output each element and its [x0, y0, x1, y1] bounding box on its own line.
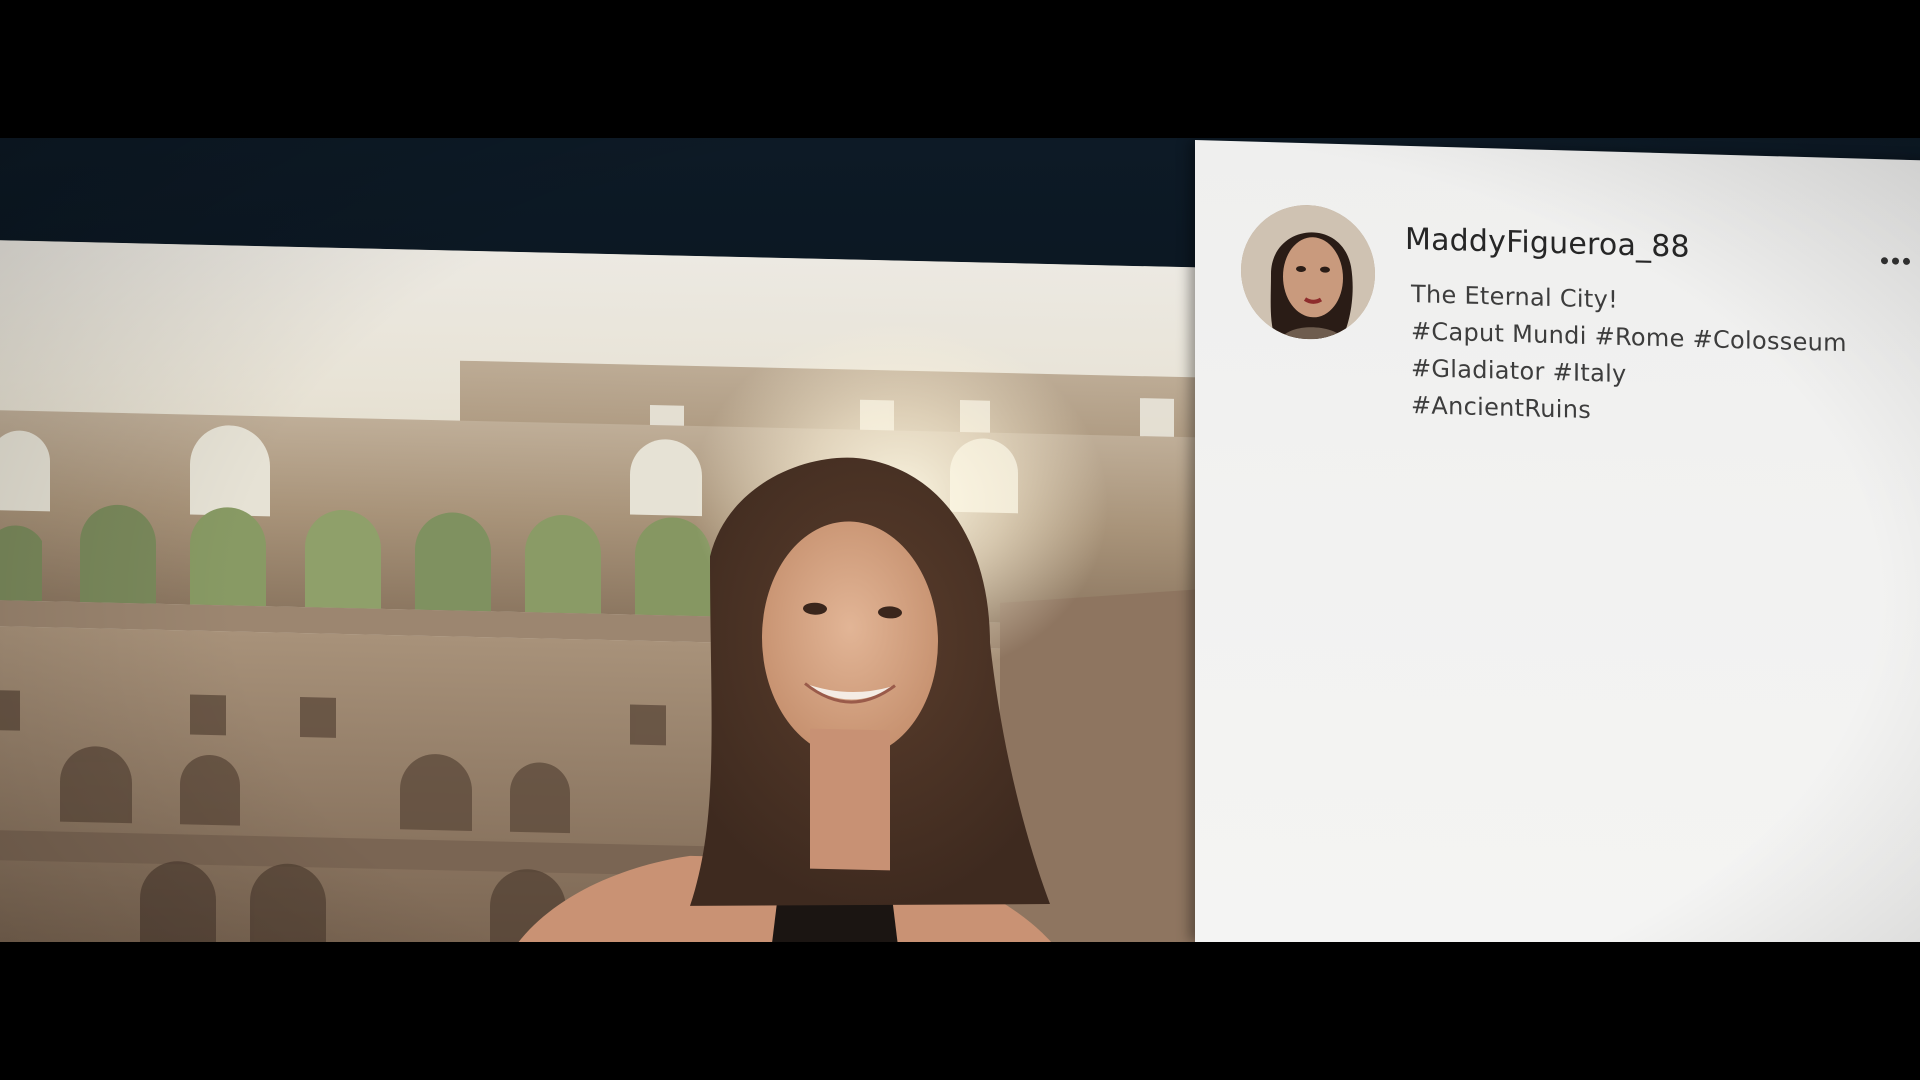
profile-photo-icon[interactable] [1241, 203, 1375, 342]
post-caption: The Eternal City! #Caput Mundi #Rome #Co… [1411, 276, 1881, 437]
ellipsis-icon[interactable] [1881, 255, 1915, 266]
username[interactable]: MaddyFigueroa_88 [1405, 222, 1690, 265]
video-frame: MaddyFigueroa_88 The Eternal City! #Capu… [0, 0, 1920, 1080]
woman-smiling [510, 457, 1070, 967]
dot [1892, 256, 1899, 265]
post-photo[interactable] [0, 240, 1220, 970]
avatar-portrait [1241, 203, 1375, 342]
dot [1903, 257, 1910, 265]
letterbox-bottom [0, 942, 1920, 1080]
dot [1881, 256, 1888, 264]
letterbox-top [0, 0, 1920, 138]
post-caption-panel: MaddyFigueroa_88 The Eternal City! #Capu… [1195, 140, 1920, 964]
